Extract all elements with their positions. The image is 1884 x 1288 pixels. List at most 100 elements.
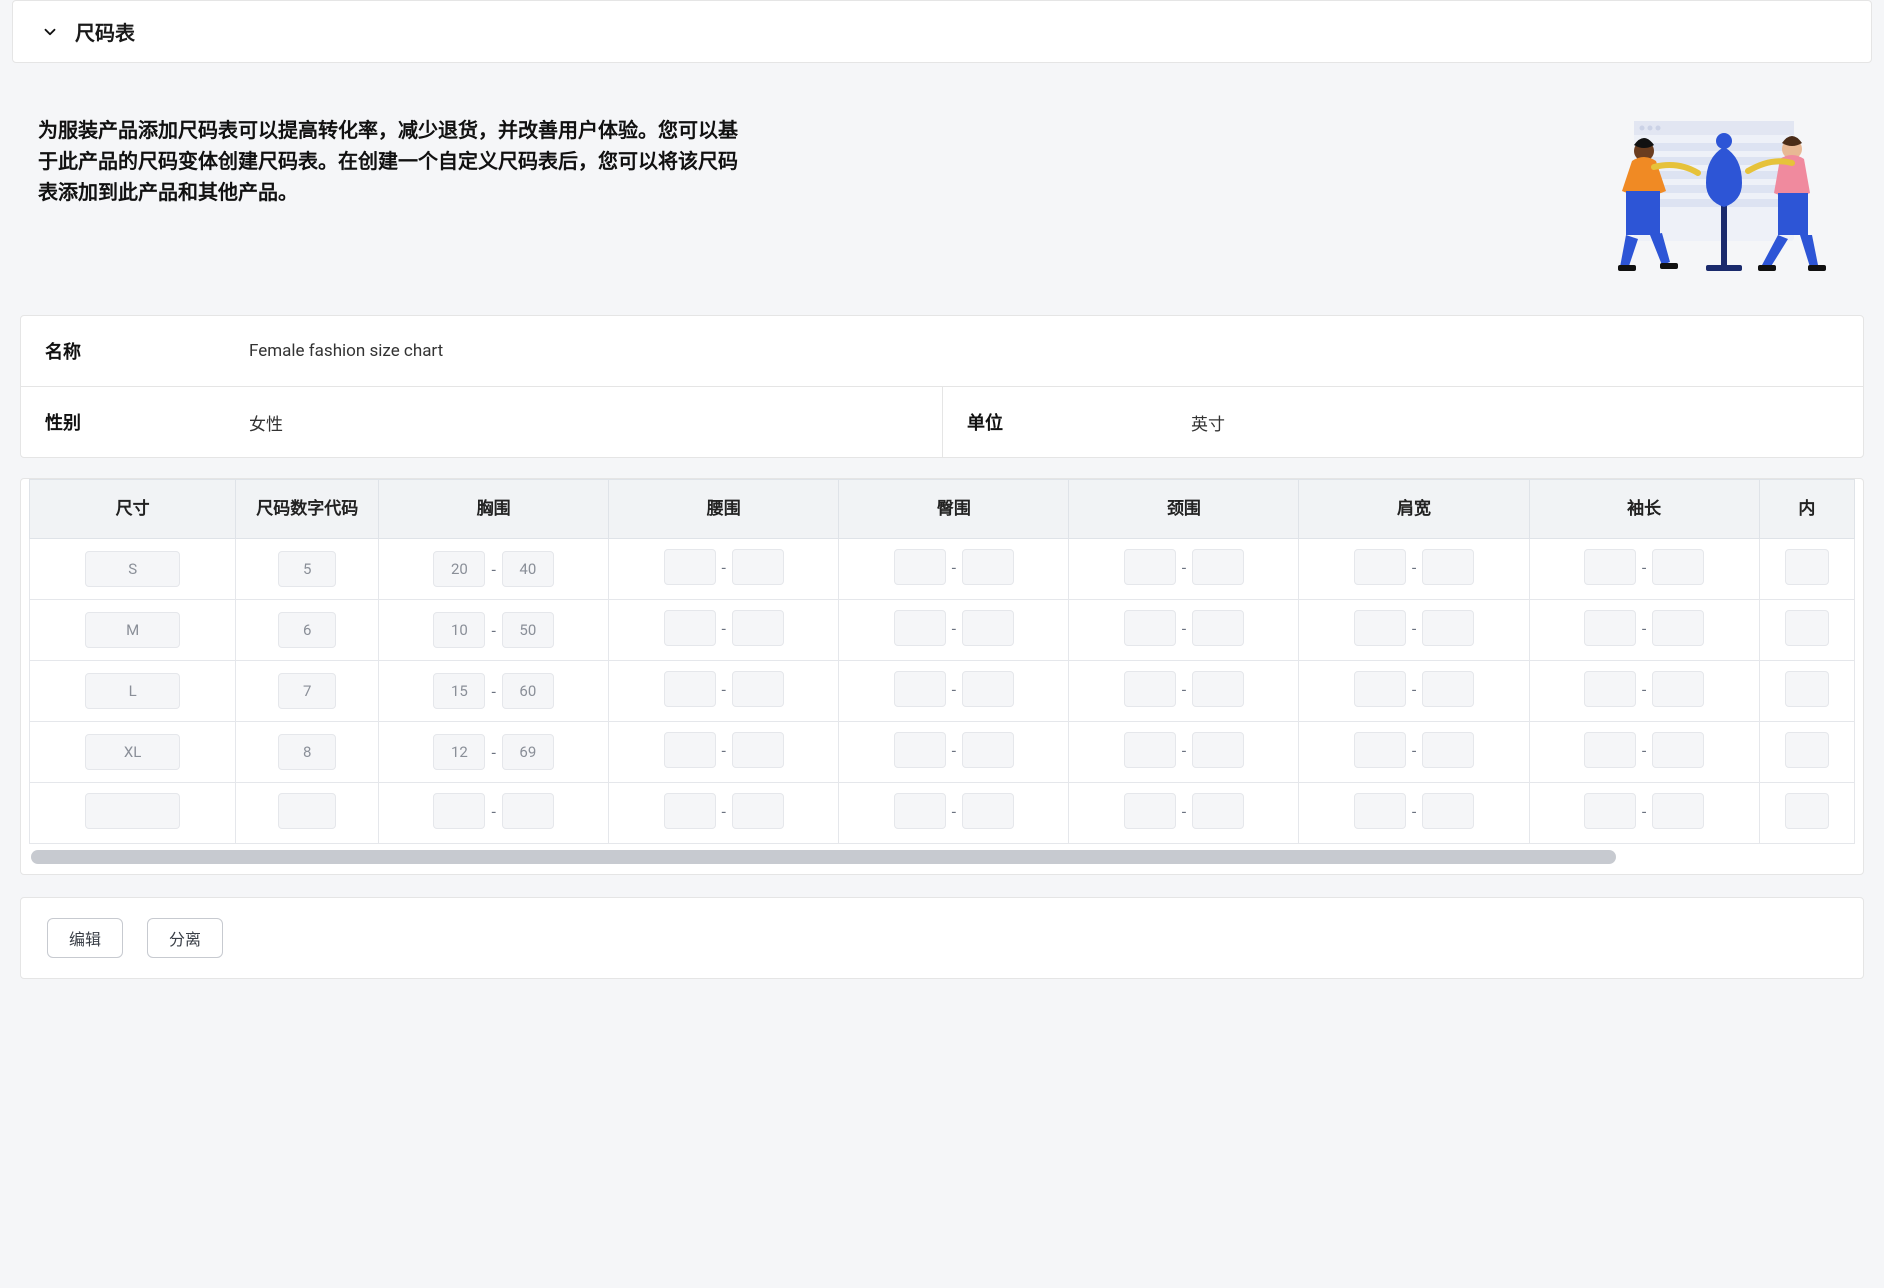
code-input[interactable]: 7 [278, 673, 336, 709]
hip-to-input[interactable] [962, 671, 1014, 707]
sleeve-from-input[interactable] [1584, 549, 1636, 585]
bust-from-input[interactable]: 15 [433, 673, 485, 709]
sleeve-to-input[interactable] [1652, 610, 1704, 646]
inseam-from-input[interactable] [1785, 732, 1829, 768]
inseam-from-input[interactable] [1785, 549, 1829, 585]
inseam-range [1768, 671, 1846, 707]
shoulder-from-input[interactable] [1354, 793, 1406, 829]
neck-to-input[interactable] [1192, 732, 1244, 768]
neck-from-input[interactable] [1124, 732, 1176, 768]
edit-button[interactable]: 编辑 [47, 918, 123, 958]
waist-from-input[interactable] [664, 671, 716, 707]
waist-from-input[interactable] [664, 549, 716, 585]
bust-from-input[interactable] [433, 793, 485, 829]
inseam-from-input[interactable] [1785, 671, 1829, 707]
range-separator: - [1412, 680, 1416, 699]
shoulder-to-input[interactable] [1422, 549, 1474, 585]
hip-from-input[interactable] [894, 549, 946, 585]
hip-to-input[interactable] [962, 549, 1014, 585]
hip-from-input[interactable] [894, 671, 946, 707]
sleeve-to-input[interactable] [1652, 671, 1704, 707]
neck-from-input[interactable] [1124, 793, 1176, 829]
size-chart-table-scroll[interactable]: 尺寸尺码数字代码胸围腰围臀围颈围肩宽袖长内 S520-40-----M610-5… [21, 479, 1863, 844]
table-cell-code: 5 [236, 539, 379, 600]
size-chart-accordion-header[interactable]: 尺码表 [12, 0, 1872, 63]
neck-to-input[interactable] [1192, 610, 1244, 646]
code-input[interactable]: 8 [278, 734, 336, 770]
sleeve-from-input[interactable] [1584, 671, 1636, 707]
hip-to-input[interactable] [962, 610, 1014, 646]
hip-range: - [847, 549, 1060, 585]
shoulder-from-input[interactable] [1354, 549, 1406, 585]
size-input[interactable]: S [85, 551, 180, 587]
table-cell-inseam [1759, 600, 1854, 661]
waist-to-input[interactable] [732, 671, 784, 707]
hip-to-input[interactable] [962, 732, 1014, 768]
bust-to-input[interactable]: 69 [502, 734, 554, 770]
waist-to-input[interactable] [732, 549, 784, 585]
waist-from-input[interactable] [664, 610, 716, 646]
shoulder-to-input[interactable] [1422, 671, 1474, 707]
column-header-code: 尺码数字代码 [236, 480, 379, 539]
column-header-neck: 颈围 [1069, 480, 1299, 539]
shoulder-to-input[interactable] [1422, 610, 1474, 646]
bust-to-input[interactable]: 50 [502, 612, 554, 648]
table-cell-inseam [1759, 783, 1854, 844]
neck-to-input[interactable] [1192, 549, 1244, 585]
size-input[interactable]: M [85, 612, 180, 648]
shoulder-range: - [1307, 793, 1520, 829]
sleeve-from-input[interactable] [1584, 610, 1636, 646]
inseam-from-input[interactable] [1785, 610, 1829, 646]
bust-from-input[interactable]: 12 [433, 734, 485, 770]
intro-text: 为服装产品添加尺码表可以提高转化率，减少退货，并改善用户体验。您可以基于此产品的… [38, 115, 738, 208]
bust-to-input[interactable] [502, 793, 554, 829]
range-separator: - [1642, 802, 1646, 821]
code-input[interactable] [278, 793, 336, 829]
detach-button[interactable]: 分离 [147, 918, 223, 958]
meta-gender-value: 女性 [249, 410, 918, 435]
waist-to-input[interactable] [732, 610, 784, 646]
waist-to-input[interactable] [732, 793, 784, 829]
waist-range: - [617, 549, 830, 585]
horizontal-scrollbar[interactable] [31, 850, 1853, 864]
intro-row: 为服装产品添加尺码表可以提高转化率，减少退货，并改善用户体验。您可以基于此产品的… [20, 85, 1864, 315]
sleeve-from-input[interactable] [1584, 732, 1636, 768]
hip-from-input[interactable] [894, 793, 946, 829]
size-input[interactable]: L [85, 673, 180, 709]
inseam-from-input[interactable] [1785, 793, 1829, 829]
neck-from-input[interactable] [1124, 610, 1176, 646]
shoulder-to-input[interactable] [1422, 793, 1474, 829]
sleeve-to-input[interactable] [1652, 793, 1704, 829]
neck-to-input[interactable] [1192, 671, 1244, 707]
table-cell-hip: - [839, 661, 1069, 722]
hip-from-input[interactable] [894, 610, 946, 646]
bust-to-input[interactable]: 40 [502, 551, 554, 587]
code-input[interactable]: 5 [278, 551, 336, 587]
bust-from-input[interactable]: 10 [433, 612, 485, 648]
neck-to-input[interactable] [1192, 793, 1244, 829]
sleeve-to-input[interactable] [1652, 732, 1704, 768]
bust-from-input[interactable]: 20 [433, 551, 485, 587]
hip-from-input[interactable] [894, 732, 946, 768]
shoulder-from-input[interactable] [1354, 671, 1406, 707]
scrollbar-thumb[interactable] [31, 850, 1616, 864]
waist-range: - [617, 610, 830, 646]
neck-from-input[interactable] [1124, 671, 1176, 707]
size-input[interactable] [85, 793, 180, 829]
bust-range: 15-60 [387, 673, 600, 709]
waist-to-input[interactable] [732, 732, 784, 768]
shoulder-to-input[interactable] [1422, 732, 1474, 768]
column-header-hip: 臀围 [839, 480, 1069, 539]
waist-from-input[interactable] [664, 793, 716, 829]
code-input[interactable]: 6 [278, 612, 336, 648]
sleeve-from-input[interactable] [1584, 793, 1636, 829]
sleeve-to-input[interactable] [1652, 549, 1704, 585]
bust-to-input[interactable]: 60 [502, 673, 554, 709]
shoulder-from-input[interactable] [1354, 610, 1406, 646]
waist-from-input[interactable] [664, 732, 716, 768]
range-separator: - [722, 741, 726, 760]
neck-from-input[interactable] [1124, 549, 1176, 585]
hip-to-input[interactable] [962, 793, 1014, 829]
shoulder-from-input[interactable] [1354, 732, 1406, 768]
size-input[interactable]: XL [85, 734, 180, 770]
